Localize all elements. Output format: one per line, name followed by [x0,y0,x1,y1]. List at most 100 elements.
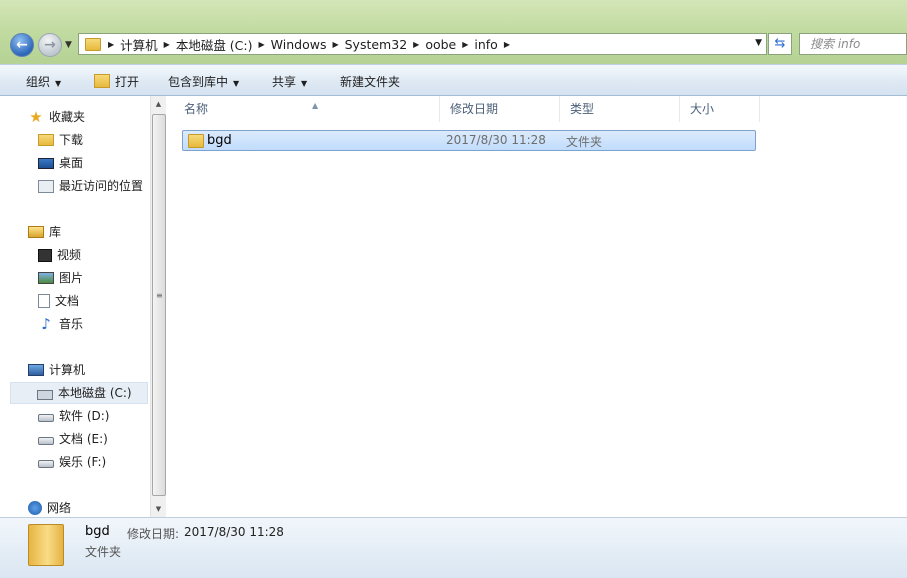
music-note-icon: ♪ [41,315,51,333]
chevron-right-icon[interactable]: ▶ [329,40,341,49]
sidebar-item-pictures[interactable]: 图片 [38,268,83,288]
desktop-icon [38,157,54,169]
video-icon [38,248,52,262]
sidebar-item-label: 计算机 [49,363,86,377]
sidebar-item-downloads[interactable]: 下载 [38,130,83,150]
column-header-modified[interactable]: 修改日期 [440,96,560,122]
details-name: bgd [85,524,110,539]
sidebar-item-label: 文档 (E:) [59,432,108,446]
star-icon: ★ [29,108,43,126]
history-dropdown-icon[interactable]: ▼ [65,40,72,50]
library-icon [28,226,44,238]
details-date: 2017/8/30 11:28 [184,525,284,539]
sidebar-item-desktop[interactable]: 桌面 [38,153,83,173]
scroll-down-icon[interactable]: ▼ [151,501,166,517]
sidebar-item-label: 最近访问的位置 [59,179,144,193]
chevron-right-icon[interactable]: ▶ [105,40,117,49]
chevron-right-icon[interactable]: ▶ [501,40,513,49]
sidebar-item-music[interactable]: ♪ 音乐 [38,314,83,334]
navigation-scrollbar[interactable]: ▲ ≡ ▼ [150,96,166,517]
open-folder-icon [94,74,110,88]
sidebar-item-drive-e[interactable]: 文档 (E:) [38,429,108,449]
network-icon [28,501,42,515]
refresh-button[interactable]: ⇆ [768,33,792,55]
details-date-label: 修改日期: [127,527,180,541]
table-row[interactable]: bgd 2017/8/30 11:28 文件夹 [182,130,756,151]
explorer-window: ← → ▼ ▶ 计算机 ▶ 本地磁盘 (C:) ▶ Windows ▶ Syst… [0,0,907,578]
sidebar-item-drive-c[interactable]: 本地磁盘 (C:) [10,382,148,404]
breadcrumb-computer[interactable]: 计算机 [117,35,161,54]
chevron-down-icon: ▼ [55,79,62,88]
sidebar-item-label: 文档 [55,294,80,308]
sidebar-item-documents[interactable]: 文档 [38,291,79,311]
organize-button[interactable]: 组织 ▼ [26,73,61,90]
folder-icon [85,37,101,51]
breadcrumb-oobe[interactable]: oobe [422,37,459,52]
share-label: 共享 [272,75,297,89]
computer-icon [28,364,44,376]
sidebar-item-drive-d[interactable]: 软件 (D:) [38,406,109,426]
scrollbar-thumb[interactable]: ≡ [152,114,166,496]
forward-button[interactable]: → [38,33,62,57]
column-header-name[interactable]: 名称 ▲ [174,96,440,122]
document-icon [38,294,50,308]
hard-drive-icon [38,414,54,422]
sidebar-item-favorites[interactable]: ★ 收藏夹 [28,107,85,127]
file-modified: 2017/8/30 11:28 [446,133,546,147]
chevron-down-icon: ▼ [233,79,240,88]
open-button[interactable]: 打开 [94,73,139,90]
back-arrow-icon: ← [16,37,28,53]
command-bar: 组织 ▼ 打开 包含到库中 ▼ 共享 ▼ 新建文件夹 [0,64,907,96]
open-label: 打开 [115,75,140,89]
breadcrumb-system32[interactable]: System32 [342,37,411,52]
file-name: bgd [207,133,232,148]
navigation-pane: ★ 收藏夹 下载 桌面 最近访问的位置 库 视频 图片 文档 ♪ 音乐 计算机 本地… [0,96,150,517]
sidebar-item-label: 视频 [57,248,82,262]
chevron-right-icon[interactable]: ▶ [256,40,268,49]
column-header-size[interactable]: 大小 [680,96,760,122]
sidebar-item-label: 收藏夹 [49,110,86,124]
grip-icon: ≡ [156,291,163,300]
address-dropdown-icon[interactable]: ▼ [755,38,762,48]
sidebar-item-computer[interactable]: 计算机 [28,360,85,380]
sidebar-item-label: 娱乐 (F:) [59,455,107,469]
breadcrumb-windows[interactable]: Windows [268,37,330,52]
details-type: 文件夹 [85,545,122,559]
sidebar-item-label: 桌面 [59,156,84,170]
column-header-label: 名称 [184,102,209,116]
back-button[interactable]: ← [10,33,34,57]
sidebar-item-recent[interactable]: 最近访问的位置 [38,176,143,196]
hard-drive-icon [38,460,54,468]
downloads-folder-icon [38,134,54,146]
sidebar-item-label: 软件 (D:) [59,409,110,423]
hard-drive-icon [38,437,54,445]
sidebar-item-label: 图片 [59,271,84,285]
sidebar-item-videos[interactable]: 视频 [38,245,81,265]
column-header-type[interactable]: 类型 [560,96,680,122]
breadcrumb-info[interactable]: info [471,37,500,52]
details-pane: bgd 修改日期: 2017/8/30 11:28 文件夹 [0,517,907,578]
sidebar-item-label: 本地磁盘 (C:) [58,386,132,400]
sidebar-item-label: 库 [49,225,62,239]
picture-icon [38,272,54,284]
sidebar-item-drive-f[interactable]: 娱乐 (F:) [38,452,106,472]
forward-arrow-icon: → [44,37,56,53]
breadcrumb-drive-c[interactable]: 本地磁盘 (C:) [173,35,256,54]
organize-label: 组织 [26,75,51,89]
share-button[interactable]: 共享 ▼ [272,73,307,90]
sidebar-item-libraries[interactable]: 库 [28,222,61,242]
chevron-right-icon[interactable]: ▶ [410,40,422,49]
refresh-icon: ⇆ [774,36,786,51]
address-bar[interactable]: ▶ 计算机 ▶ 本地磁盘 (C:) ▶ Windows ▶ System32 ▶… [78,33,767,55]
search-input[interactable]: 搜索 info [799,33,907,55]
include-library-button[interactable]: 包含到库中 ▼ [168,73,239,90]
scroll-up-icon[interactable]: ▲ [151,96,166,112]
chevron-right-icon[interactable]: ▶ [459,40,471,49]
folder-icon [188,134,204,148]
sidebar-item-network[interactable]: 网络 [28,498,71,517]
new-folder-button[interactable]: 新建文件夹 [340,73,400,90]
recent-places-icon [38,179,54,193]
chevron-right-icon[interactable]: ▶ [161,40,173,49]
chevron-down-icon: ▼ [301,79,308,88]
sidebar-item-label: 下载 [59,133,84,147]
